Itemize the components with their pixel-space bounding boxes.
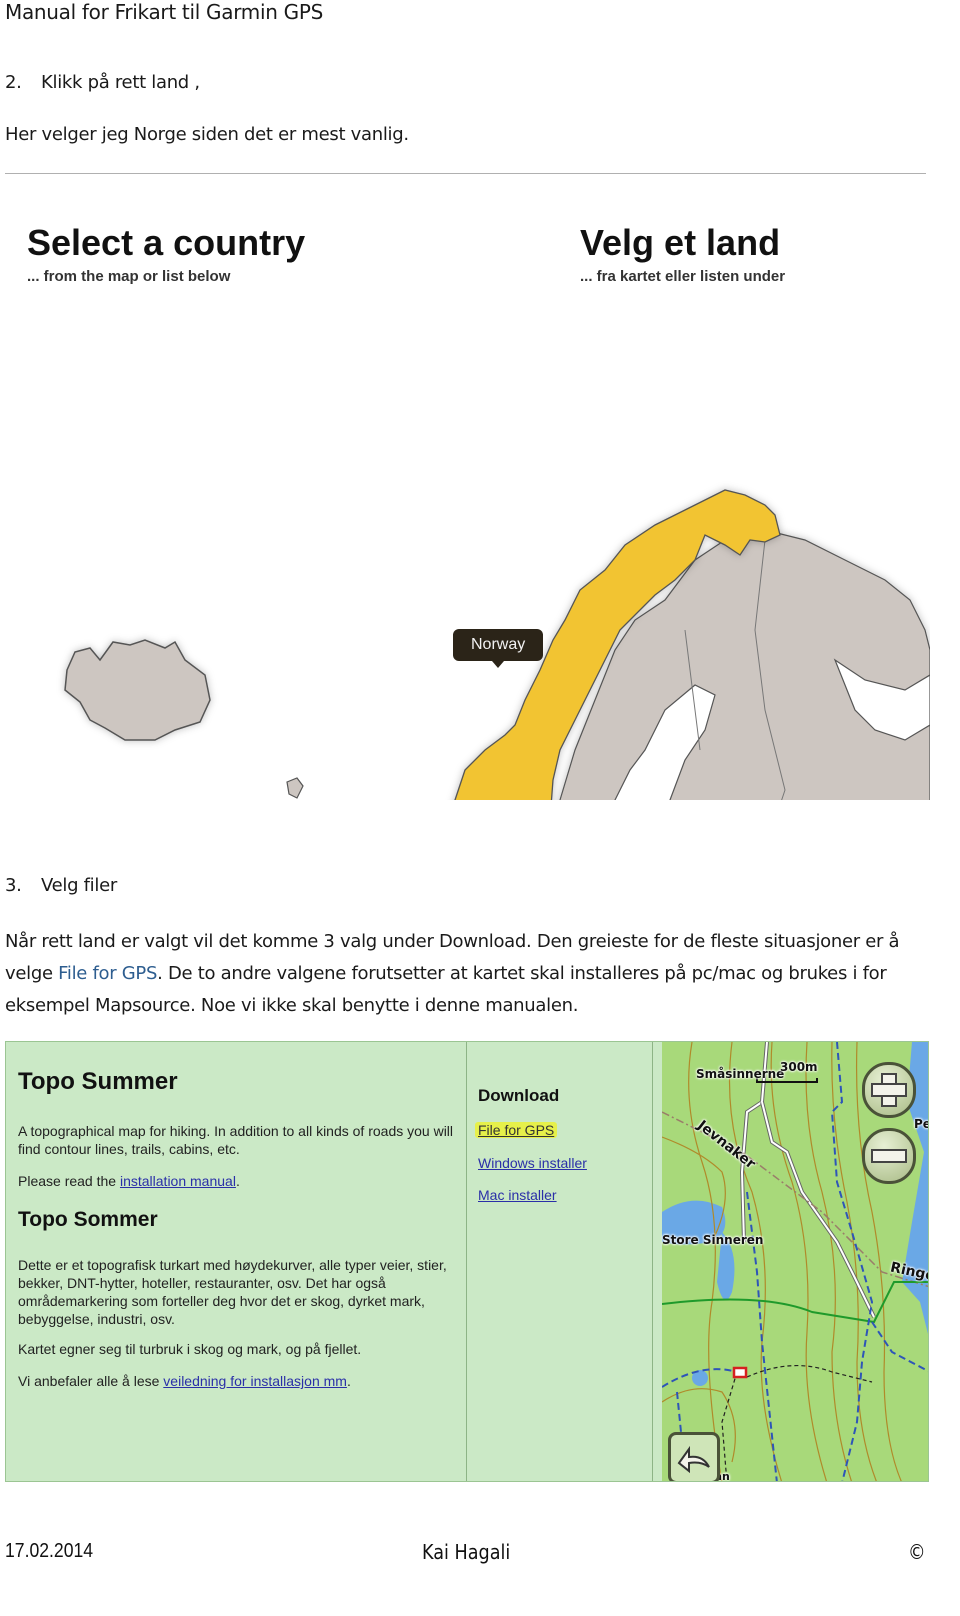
map-label-per: Per bbox=[914, 1117, 928, 1131]
read-suffix: . bbox=[235, 1173, 240, 1189]
installation-manual-link[interactable]: installation manual bbox=[120, 1173, 236, 1189]
faroe-region[interactable] bbox=[286, 777, 304, 799]
topo-download-screenshot: Topo Summer A topographical map for hiki… bbox=[5, 1041, 929, 1482]
map-label-smasinnerne: Småsinnerne bbox=[696, 1067, 785, 1081]
select-country-title: Select a country bbox=[27, 222, 306, 263]
recommend-suffix: . bbox=[346, 1373, 351, 1389]
back-arrow-icon bbox=[677, 1445, 710, 1474]
footer-copyright: © bbox=[908, 1540, 926, 1564]
document-page: Manual for Frikart til Garmin GPS 2. Klik… bbox=[0, 0, 960, 1616]
map-scale-label: 300m bbox=[780, 1060, 818, 1074]
map-label-store-sinneren: Store Sinneren bbox=[662, 1233, 764, 1247]
step-2-heading: 2. Klikk på rett land , bbox=[5, 72, 200, 93]
step-3-heading: 3. Velg filer bbox=[5, 875, 117, 896]
footer-author: Kai Hagali bbox=[422, 1540, 511, 1564]
minus-icon bbox=[871, 1149, 907, 1163]
topo-summer-title: Topo Summer bbox=[18, 1068, 178, 1095]
divider bbox=[5, 173, 926, 174]
step-number: 3. bbox=[5, 875, 22, 896]
installation-guide-link[interactable]: veiledning for installasjon mm bbox=[163, 1373, 347, 1389]
topo-summer-description: A topographical map for hiking. In addit… bbox=[18, 1123, 454, 1157]
mac-installer-link[interactable]: Mac installer bbox=[478, 1187, 557, 1203]
power-line bbox=[662, 1281, 928, 1324]
step-label: Velg filer bbox=[41, 875, 117, 896]
file-for-gps-reference: File for GPS bbox=[58, 963, 158, 984]
country-select-screenshot: Select a country ... from the map or lis… bbox=[5, 200, 930, 800]
topo-sommer-description: Dette er et topografisk turkart med høyd… bbox=[18, 1257, 447, 1327]
cabin-icon bbox=[732, 1366, 748, 1379]
zoom-in-button[interactable] bbox=[862, 1062, 916, 1118]
step-number: 2. bbox=[5, 72, 22, 93]
read-prefix: Please read the bbox=[18, 1173, 120, 1189]
step-label: Klikk på rett land , bbox=[41, 72, 200, 93]
velg-land-title: Velg et land bbox=[580, 222, 781, 263]
recommend-line: Vi anbefaler alle å lese veiledning for … bbox=[18, 1372, 458, 1390]
read-manual-line: Please read the installation manual. bbox=[18, 1172, 458, 1190]
suitability-text: Kartet egner seg til turbruk i skog og m… bbox=[18, 1341, 362, 1357]
step-2-description: Her velger jeg Norge siden det er mest v… bbox=[5, 124, 409, 145]
back-button[interactable] bbox=[668, 1432, 720, 1481]
select-country-subtitle: ... from the map or list below bbox=[27, 268, 231, 285]
footer-date: 17.02.2014 bbox=[5, 1540, 94, 1562]
zoom-out-button[interactable] bbox=[862, 1128, 916, 1184]
page-header: Manual for Frikart til Garmin GPS bbox=[5, 0, 323, 24]
download-heading: Download bbox=[478, 1086, 560, 1105]
topo-sommer-title: Topo Sommer bbox=[18, 1208, 158, 1231]
recommend-prefix: Vi anbefaler alle å lese bbox=[18, 1373, 164, 1389]
file-for-gps-link[interactable]: File for GPS bbox=[475, 1122, 558, 1138]
iceland-region[interactable] bbox=[64, 639, 211, 741]
topo-map-preview[interactable]: Småsinnerne 300m Jevnaker Store Sinneren… bbox=[662, 1042, 928, 1481]
windows-installer-link[interactable]: Windows installer bbox=[478, 1155, 587, 1171]
column-divider bbox=[466, 1042, 467, 1481]
velg-land-subtitle: ... fra kartet eller listen under bbox=[580, 268, 786, 285]
contour-lines bbox=[662, 1042, 902, 1481]
column-divider bbox=[652, 1042, 653, 1481]
plus-icon bbox=[871, 1083, 907, 1097]
norway-tooltip: Norway bbox=[453, 629, 544, 668]
step-3-paragraph: Når rett land er valgt vil det komme 3 v… bbox=[5, 926, 935, 1022]
country-map bbox=[64, 489, 930, 800]
